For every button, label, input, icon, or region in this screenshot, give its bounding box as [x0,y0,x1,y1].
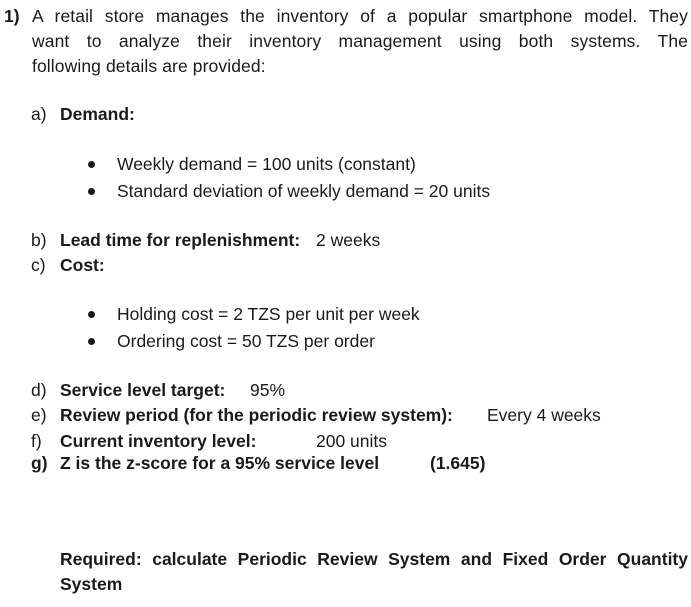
item-label: Lead time for replenishment: [60,230,301,250]
item-value: (1.645) [430,453,486,473]
bullet-icon [88,311,95,318]
item-letter: f) [31,431,42,451]
item-value: 95% [250,380,286,400]
intro-line: want to analyze their inventory manageme… [32,31,688,51]
intro-line: following details are provided: [32,56,266,76]
item-letter: e) [31,405,47,425]
item-letter: d) [31,380,47,400]
item-letter: g) [31,453,48,473]
item-letter: a) [31,104,47,124]
bullet-text: Weekly demand = 100 units (constant) [117,154,416,174]
required-line: System [60,574,123,594]
item-label: Demand: [60,104,135,124]
item-label: Current inventory level: [60,431,257,451]
intro-line: A retail store manages the inventory of … [32,6,688,26]
bullet-icon [88,338,95,345]
question-number: 1) [4,6,20,26]
item-label: Service level target: [60,380,226,400]
item-value: Every 4 weeks [487,405,601,425]
required-line: Required: calculate Periodic Review Syst… [60,549,688,569]
bullet-text: Holding cost = 2 TZS per unit per week [117,304,420,324]
bullet-text: Ordering cost = 50 TZS per order [117,331,375,351]
item-label: Z is the z-score for a 95% service level [60,453,380,473]
item-label: Cost: [60,255,105,275]
bullet-icon [88,161,95,168]
item-value: 2 weeks [316,230,381,250]
item-letter: c) [31,255,46,275]
item-value: 200 units [316,431,388,451]
item-letter: b) [31,230,47,250]
bullet-icon [88,188,95,195]
bullet-text: Standard deviation of weekly demand = 20… [117,181,491,201]
item-label: Review period (for the periodic review s… [60,405,453,425]
